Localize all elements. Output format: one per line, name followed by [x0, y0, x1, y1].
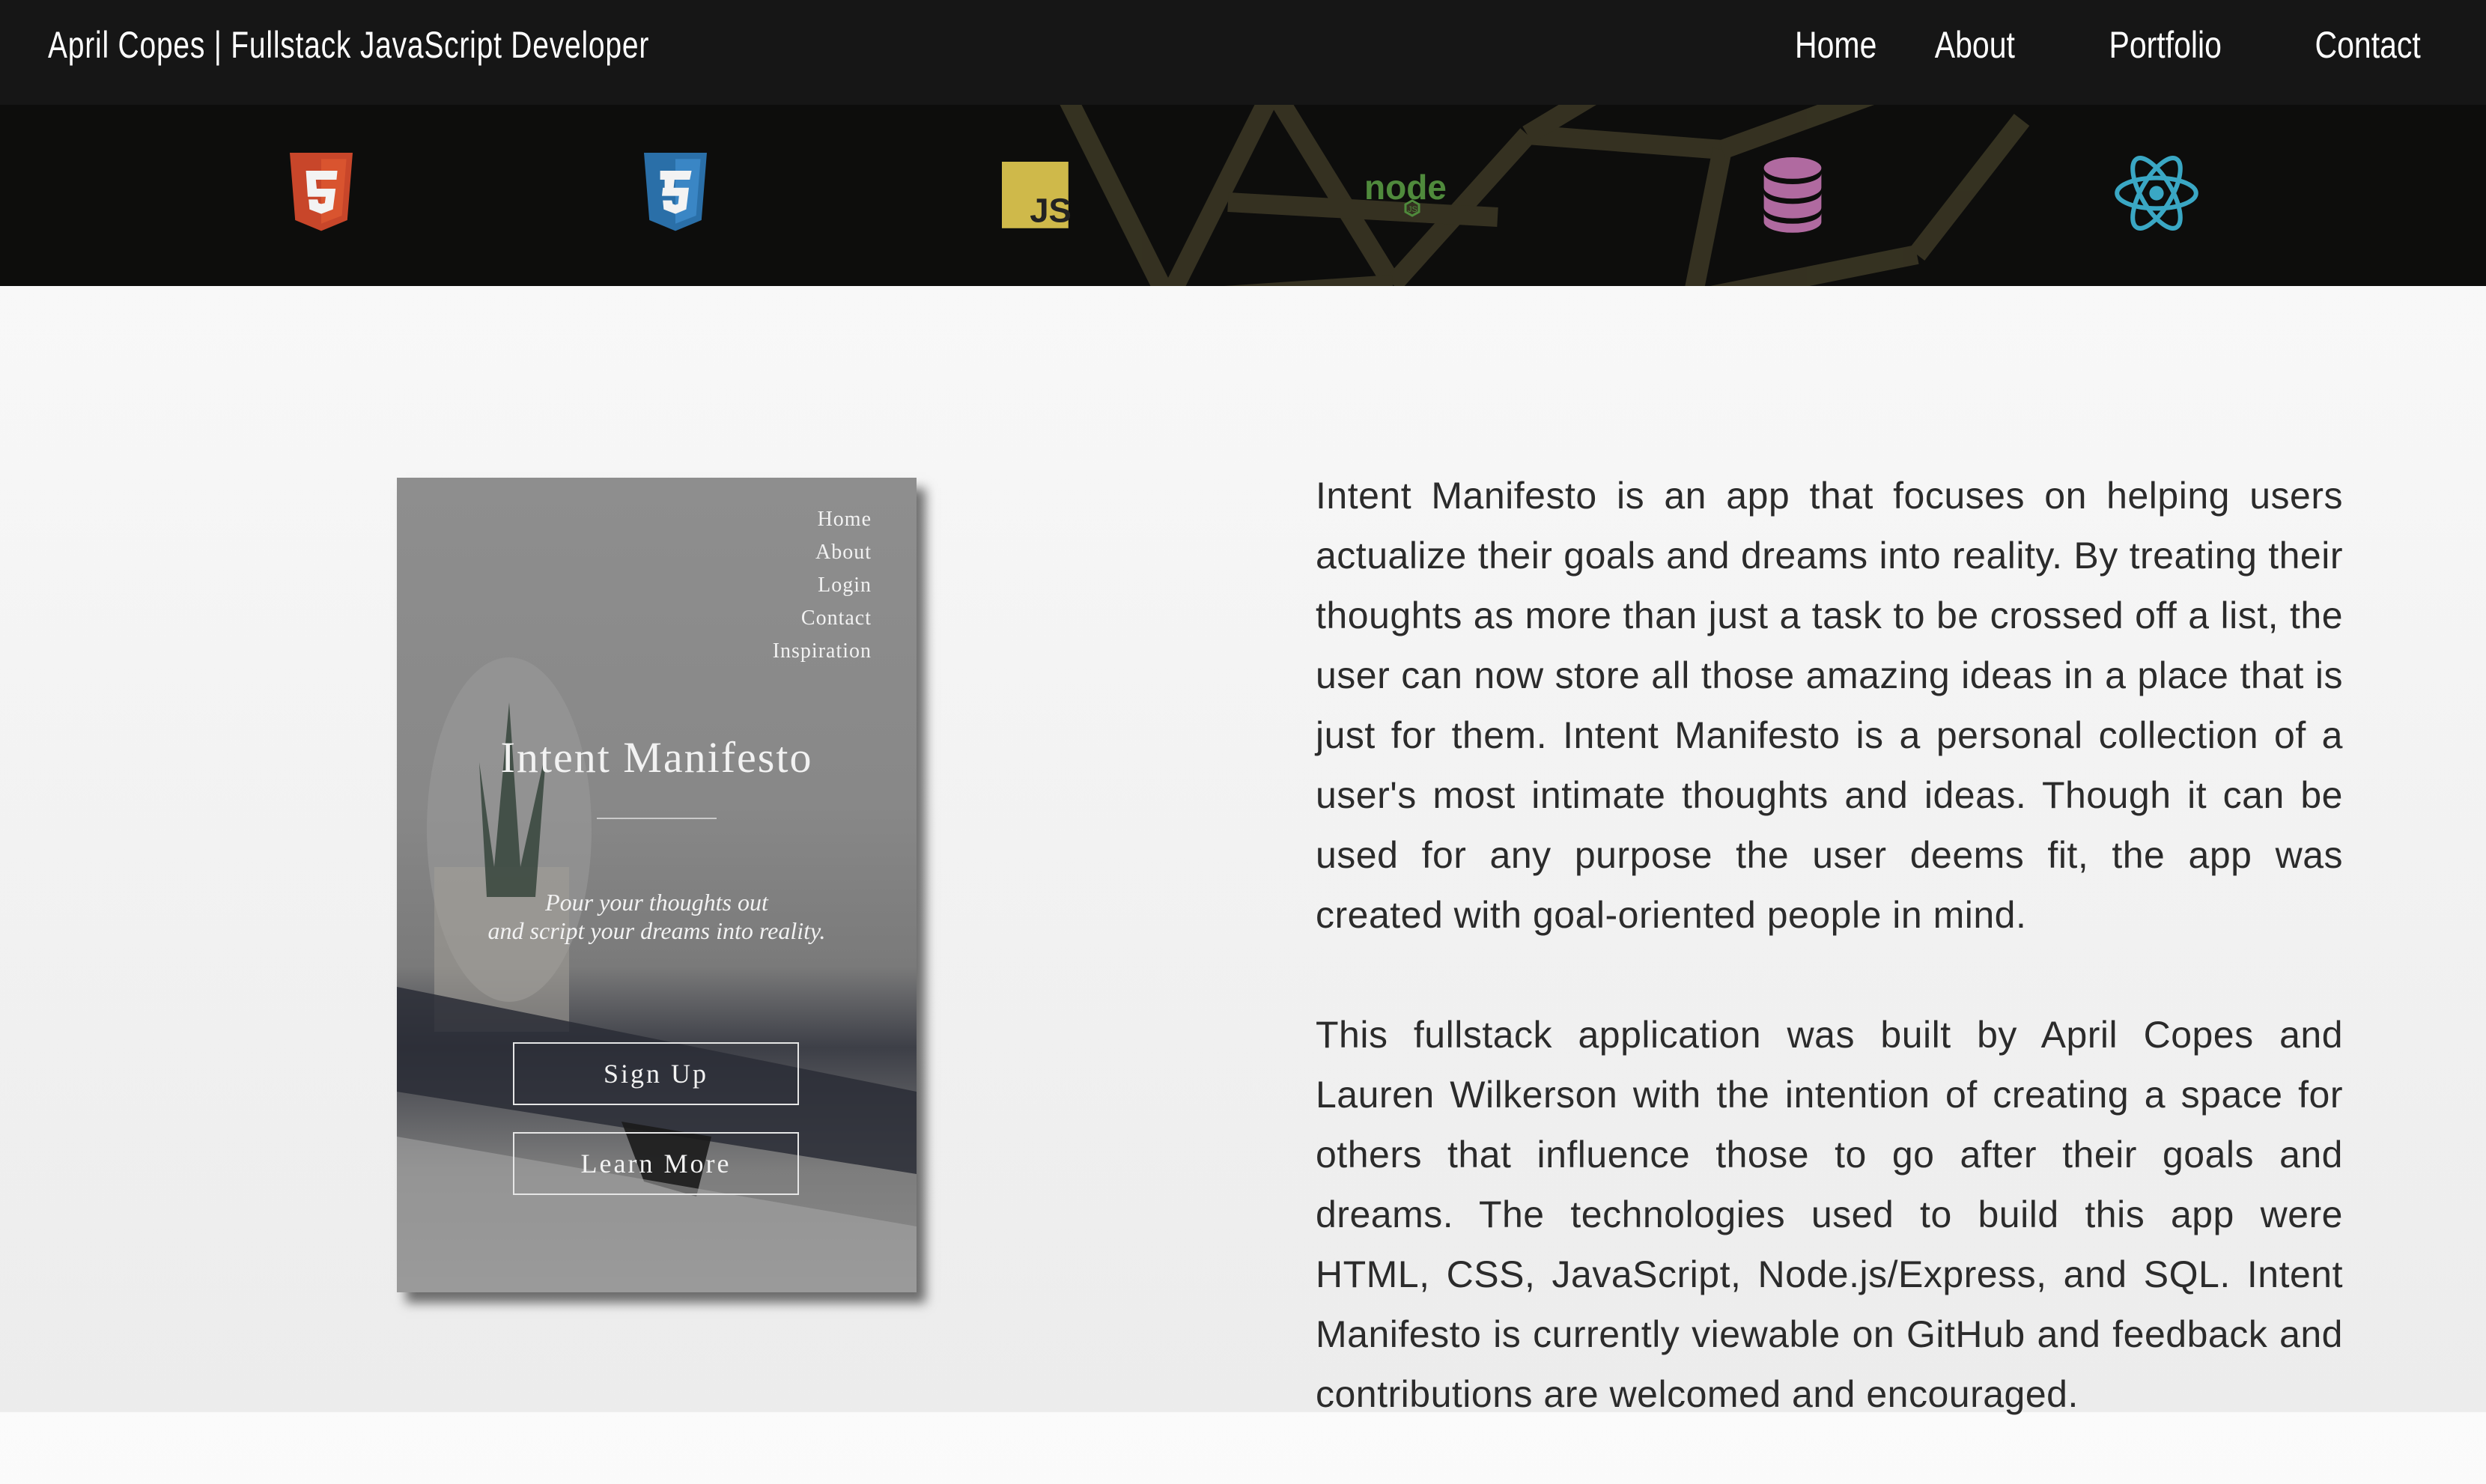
preview-learn-more-button: Learn More [513, 1132, 799, 1195]
preview-app-title: Intent Manifesto [500, 733, 813, 782]
database-icon [1763, 157, 1822, 233]
html5-icon [290, 153, 353, 231]
project-description: Intent Manifesto is an app that focuses … [1316, 466, 2343, 1484]
preview-tagline-line2: and script your dreams into reality. [487, 917, 826, 944]
preview-menu-about: About [815, 541, 872, 564]
site-title[interactable]: April Copes | Fullstack JavaScript Devel… [48, 0, 649, 90]
preview-signup-button: Sign Up [513, 1042, 799, 1105]
preview-title-divider [597, 818, 717, 819]
javascript-icon: JS [1002, 162, 1072, 229]
nav-home-link[interactable]: Home [1795, 0, 1876, 90]
nodejs-icon: node JS [1364, 168, 1447, 217]
preview-menu-home: Home [817, 508, 872, 531]
css3-icon [644, 153, 707, 231]
description-paragraph-2: This fullstack application was built by … [1316, 1014, 2343, 1415]
tech-icon-banner: JS node JS [0, 105, 2486, 286]
nav-about-link[interactable]: About [1935, 0, 2015, 90]
top-navbar: April Copes | Fullstack JavaScript Devel… [0, 0, 2486, 105]
svg-text:node: node [1364, 168, 1447, 207]
svg-text:JS: JS [1408, 205, 1417, 214]
preview-tagline: Pour your thoughts out and script your d… [397, 888, 917, 945]
preview-menu-inspiration: Inspiration [772, 639, 872, 663]
nav-portfolio-link[interactable]: Portfolio [2109, 0, 2221, 90]
svg-text:JS: JS [1030, 191, 1072, 229]
preview-tagline-line1: Pour your thoughts out [545, 889, 768, 916]
preview-menu-login: Login [818, 574, 872, 597]
react-icon [2115, 156, 2198, 231]
nav-contact-link[interactable]: Contact [2315, 0, 2420, 90]
app-preview-screenshot[interactable]: Home About Login Contact Inspiration Int… [397, 478, 917, 1292]
description-paragraph-1: Intent Manifesto is an app that focuses … [1316, 475, 2343, 936]
preview-menu-contact: Contact [800, 606, 872, 630]
preview-nav-menu: Home About Login Contact Inspiration [773, 503, 872, 668]
